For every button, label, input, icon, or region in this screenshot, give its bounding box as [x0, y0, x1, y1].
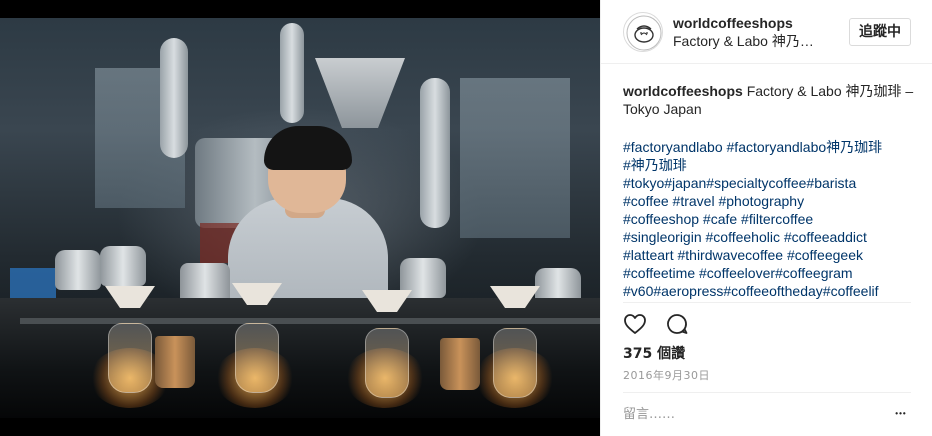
roaster-pipe — [420, 78, 450, 228]
more-options-button[interactable]: ••• — [891, 404, 911, 424]
more-options-icon: ••• — [895, 409, 907, 418]
roaster-pipe — [160, 38, 188, 158]
post-sidebar: worldcoffeeshops Factory & Labo 神乃… 追蹤中 … — [600, 0, 932, 436]
coffee-logo-icon — [626, 15, 662, 51]
copper-cup — [155, 336, 195, 388]
divider — [623, 302, 911, 303]
comment-input[interactable] — [623, 402, 873, 426]
kettle — [55, 250, 101, 290]
counter-rail — [20, 318, 600, 324]
hashtag-line[interactable]: #coffee #travel #photography — [623, 192, 923, 210]
post-photo[interactable] — [0, 0, 600, 436]
like-count[interactable]: 375 個讚 — [623, 343, 685, 363]
location-link[interactable]: Factory & Labo 神乃… — [673, 32, 853, 50]
username-link[interactable]: worldcoffeeshops — [673, 14, 853, 32]
glass-carafe — [108, 323, 152, 393]
post-header: worldcoffeeshops Factory & Labo 神乃… 追蹤中 — [601, 0, 932, 64]
post-caption: worldcoffeeshops Factory & Labo 神乃珈琲 – T… — [623, 82, 915, 118]
following-button[interactable]: 追蹤中 — [849, 18, 911, 46]
avatar[interactable] — [623, 12, 663, 52]
divider — [623, 392, 911, 393]
copper-cup — [440, 338, 480, 390]
hashtag-list: #factoryandlabo #factoryandlabo神乃珈琲 #神乃珈… — [623, 138, 923, 300]
heart-outline-icon — [624, 314, 646, 334]
hashtag-line[interactable]: #factoryandlabo #factoryandlabo神乃珈琲 — [623, 138, 923, 156]
glass-carafe — [235, 323, 279, 393]
hashtag-line[interactable]: #singleorigin #coffeeholic #coffeeaddict — [623, 228, 923, 246]
caption-author-link[interactable]: worldcoffeeshops — [623, 83, 743, 99]
comment-form: ••• — [623, 402, 911, 426]
hashtag-line[interactable]: #coffeetime #coffeelover#coffeegram — [623, 264, 923, 282]
hashtag-line[interactable]: #v60#aeropress#coffeeoftheday#coffeelif — [623, 282, 923, 300]
kettle — [100, 246, 146, 286]
barista-hair — [264, 126, 352, 170]
background-window — [460, 78, 570, 238]
comment-button[interactable] — [665, 312, 689, 336]
hashtag-line[interactable]: #神乃珈琲 — [623, 156, 923, 174]
glass-carafe — [493, 328, 537, 398]
hashtag-line[interactable]: #tokyo#japan#specialtycoffee#barista — [623, 174, 923, 192]
comment-bubble-icon — [667, 314, 688, 334]
roaster-pipe — [280, 23, 304, 123]
hashtag-line[interactable]: #coffeeshop #cafe #filtercoffee — [623, 210, 923, 228]
hashtag-line[interactable]: #latteart #thirdwavecoffee #coffeegeek — [623, 246, 923, 264]
glass-carafe — [365, 328, 409, 398]
photo-scene — [0, 18, 600, 418]
roaster-hopper — [315, 58, 405, 128]
post-date[interactable]: 2016年9月30日 — [623, 367, 710, 383]
like-button[interactable] — [623, 312, 647, 336]
user-block: worldcoffeeshops Factory & Labo 神乃… — [673, 14, 853, 50]
